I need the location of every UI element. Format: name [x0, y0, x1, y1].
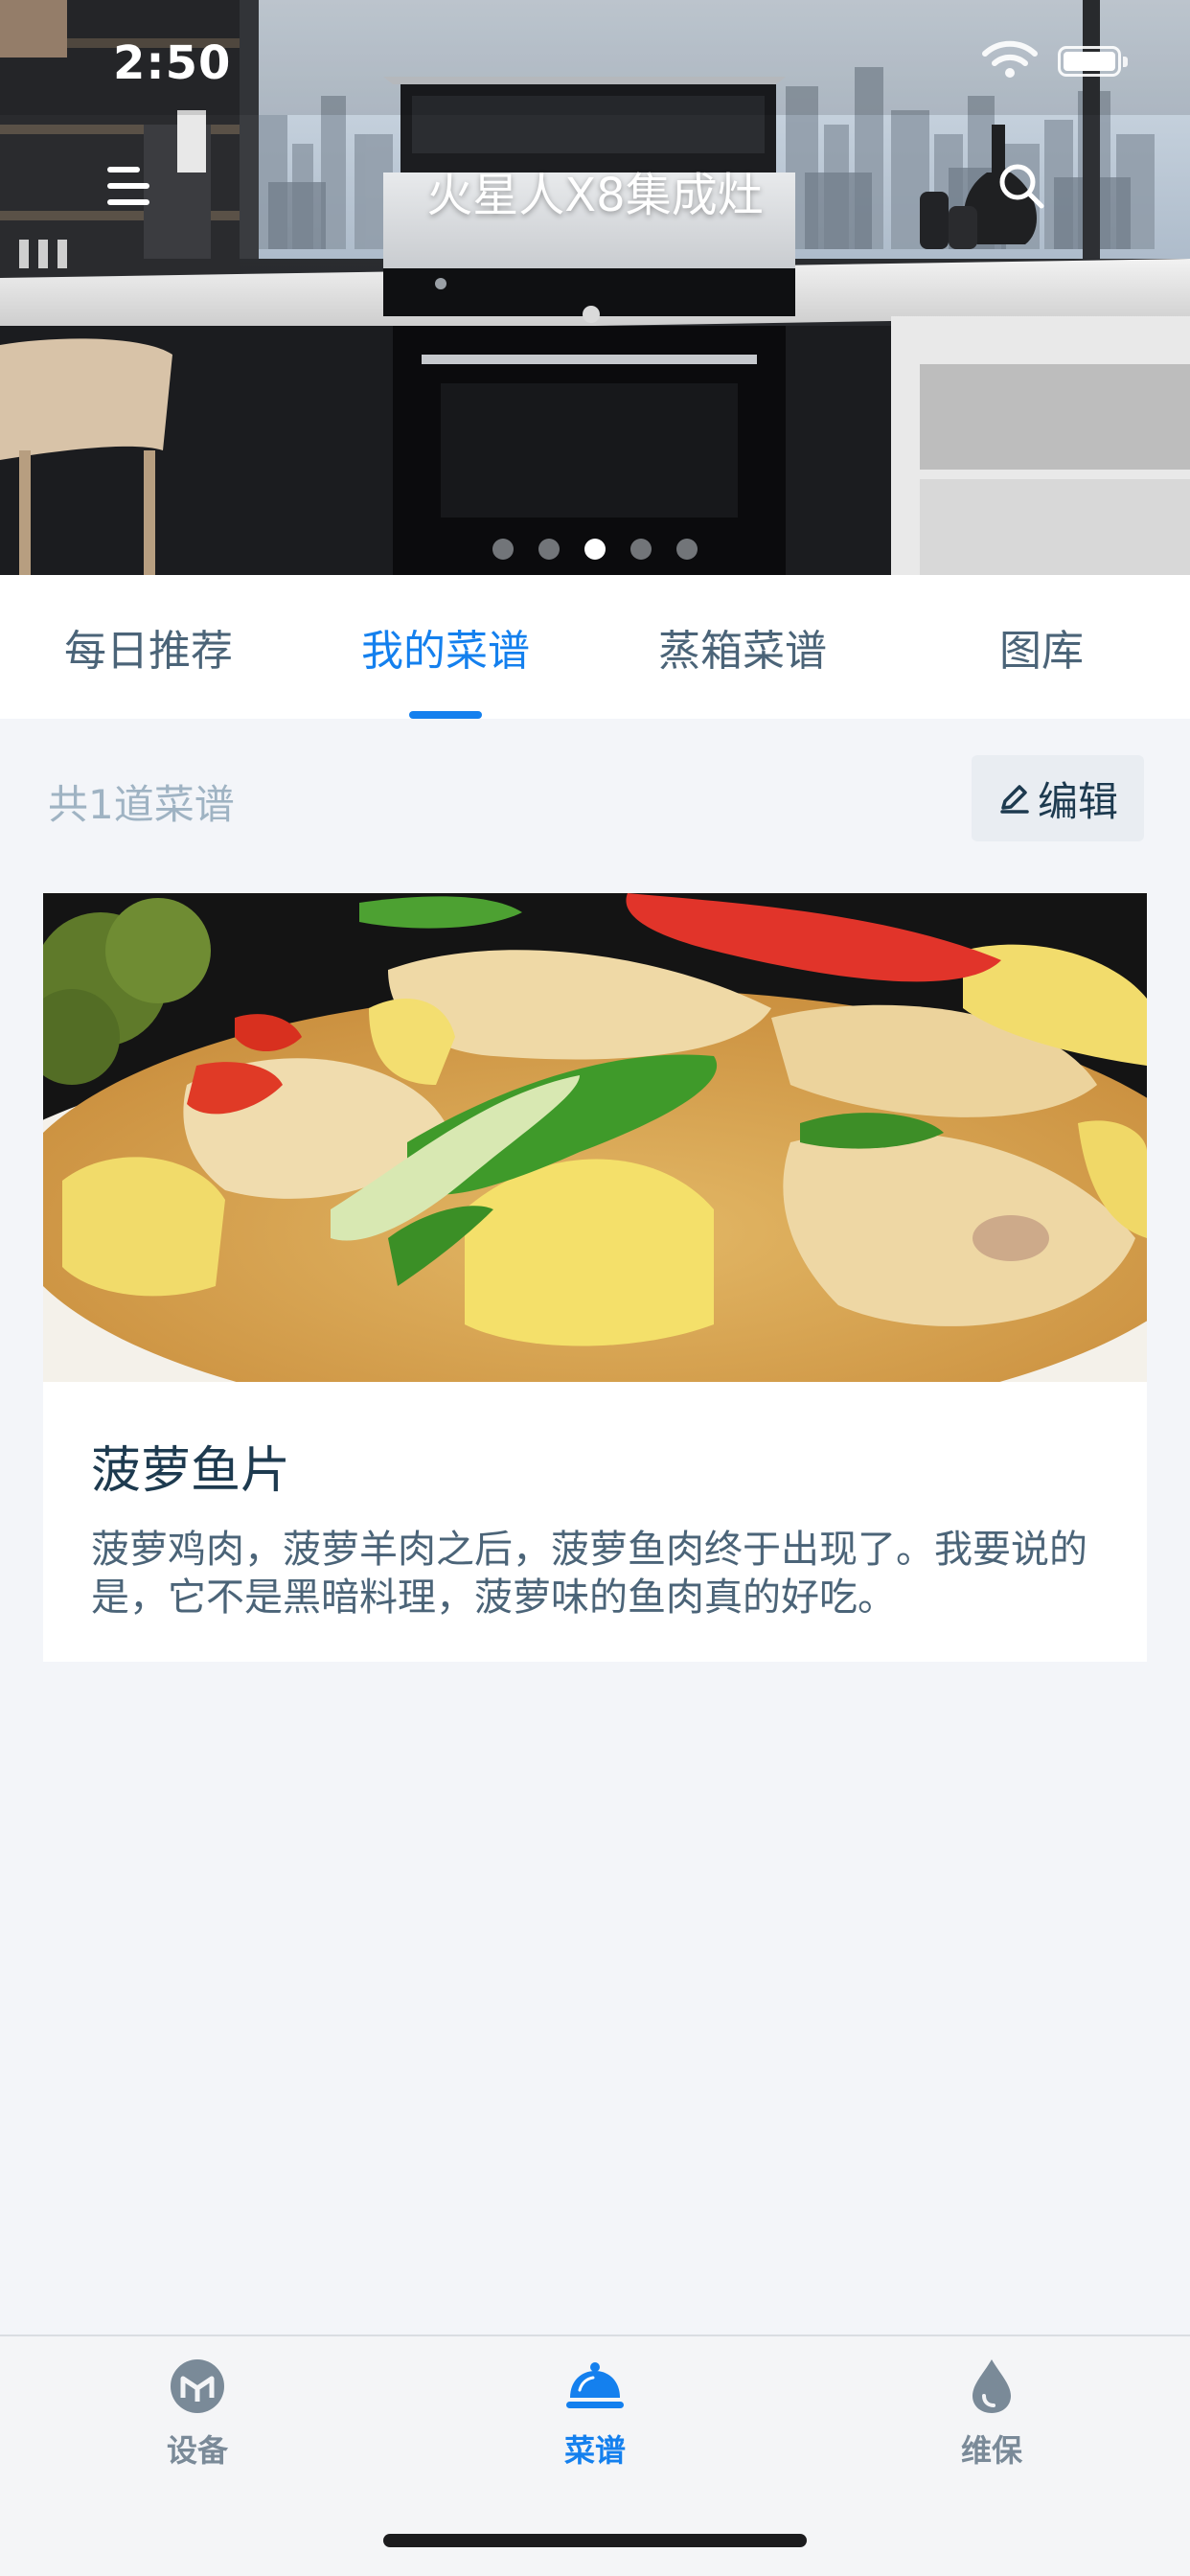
recipe-tabs: 每日推荐 我的菜谱 蒸箱菜谱 图库	[0, 575, 1190, 719]
tab-label: 图库	[999, 627, 1084, 676]
tab-label: 蒸箱菜谱	[658, 627, 827, 676]
hero-banner[interactable]: 2:50 火星人X8集成灶	[0, 0, 1190, 575]
water-drop-icon	[973, 2359, 1011, 2413]
recipe-title: 菠萝鱼片	[91, 1442, 291, 1500]
wifi-icon	[982, 40, 1038, 78]
nav-item-maintenance[interactable]: 维保	[896, 2356, 1087, 2480]
carousel-dot-active[interactable]	[584, 539, 606, 560]
battery-icon	[1058, 46, 1128, 77]
recipe-card[interactable]: 菠萝鱼片 菠萝鸡肉，菠萝羊肉之后，菠萝鱼肉终于出现了。我要说的是，它不是黑暗料理…	[43, 893, 1147, 1662]
device-icon	[171, 2359, 224, 2413]
recipe-description: 菠萝鸡肉，菠萝羊肉之后，菠萝鱼肉终于出现了。我要说的是，它不是黑暗料理，菠萝味的…	[91, 1528, 1087, 1620]
tab-daily-recommend[interactable]: 每日推荐	[0, 575, 297, 719]
recipe-count: 共1道菜谱	[48, 781, 235, 828]
tab-gallery[interactable]: 图库	[893, 575, 1190, 719]
recipe-photo	[43, 893, 1147, 1382]
status-time: 2:50	[113, 36, 232, 90]
nav-label: 维保	[960, 2432, 1022, 2469]
carousel-dot[interactable]	[676, 539, 698, 560]
nav-item-recipes[interactable]: 菜谱	[499, 2356, 691, 2480]
nav-label: 设备	[166, 2432, 228, 2469]
tab-my-recipes[interactable]: 我的菜谱	[297, 575, 594, 719]
carousel-dot[interactable]	[630, 539, 652, 560]
edit-button[interactable]: 编辑	[972, 755, 1144, 841]
edit-label: 编辑	[1037, 777, 1118, 825]
carousel-dots[interactable]	[0, 539, 1190, 560]
search-icon[interactable]	[996, 161, 1046, 211]
home-indicator[interactable]	[383, 2534, 807, 2547]
tab-steam-oven-recipes[interactable]: 蒸箱菜谱	[594, 575, 891, 719]
nav-label: 菜谱	[563, 2432, 626, 2469]
tab-label: 每日推荐	[64, 627, 233, 676]
nav-item-device[interactable]: 设备	[102, 2356, 293, 2480]
pencil-icon	[1000, 785, 1029, 814]
cloche-icon	[566, 2362, 624, 2408]
carousel-dot[interactable]	[492, 539, 514, 560]
tab-active-indicator	[409, 711, 482, 719]
tab-label: 我的菜谱	[361, 627, 530, 676]
carousel-dot[interactable]	[538, 539, 560, 560]
